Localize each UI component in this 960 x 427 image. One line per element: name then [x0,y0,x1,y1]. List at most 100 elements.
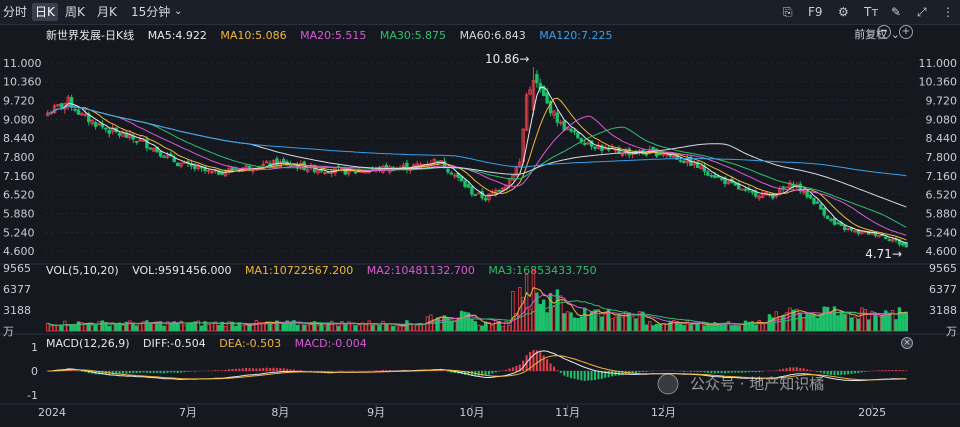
volume-bar [405,320,409,332]
volume-bar [494,320,498,332]
f9-button[interactable]: F9 [808,3,823,21]
volume-bar [658,323,662,332]
volume-bar [689,323,693,332]
chevron-down-icon[interactable]: ⌄ [171,3,185,21]
volume-bar [648,321,652,332]
volume-bar [100,320,105,332]
vol-tick-right: 万 [946,325,957,338]
volume-bar [507,324,512,332]
price-tick-right: 10.360 [919,76,958,89]
tab-daily-k[interactable]: 日K [32,3,58,21]
draw-icon[interactable]: ✎ [891,3,901,21]
tab-intraday[interactable]: 分时 [0,3,30,21]
price-tick-right: 11.000 [919,57,958,70]
price-tick-left: 7.800 [3,151,35,164]
volume-bar [617,315,621,332]
volume-bar [801,317,806,332]
settings-icon[interactable]: ⚙ [838,3,849,21]
macd-tick: 1 [31,341,38,354]
candle-body [107,129,111,134]
volume-bar [843,313,847,332]
volume-bar [709,325,714,332]
volume-bar [189,322,194,332]
volume-bar [774,311,779,332]
candle-body [901,242,905,246]
volume-bar [295,324,300,332]
volume-bar [374,324,378,332]
text-size-icon[interactable]: Tт [864,3,878,21]
watermark: 公众号 · 地产知识橘 [690,375,824,393]
volume-bar [206,323,211,332]
volume-bar [812,314,816,332]
volume-bar [90,325,94,332]
candle-body [606,148,611,151]
volume-bar [654,323,659,332]
candle-body [819,204,823,210]
volume-bar [76,321,81,332]
candle-body [545,92,549,104]
volume-bar [282,322,286,332]
candle-body [93,122,98,127]
volume-bar [148,322,153,332]
volume-bar [138,323,142,332]
volume-bar [323,325,327,332]
volume-bar [240,325,245,332]
candle-body [463,180,467,187]
kline-chart[interactable]: 11.000 11.000 10.360 10.360 9.720 9.720 9.080 9… [0,24,960,427]
volume-bar [370,324,375,332]
candle-body [275,158,279,167]
volume-bar [825,306,830,332]
volume-bar [524,273,529,332]
price-tick-right: 5.240 [926,226,958,239]
ma30-line [47,105,907,228]
price-tick-left: 4.600 [3,245,35,258]
volume-bar [853,316,857,332]
ma20-line [47,105,907,236]
tab-15min[interactable]: 15分钟 [128,3,173,21]
candle-body [175,162,180,167]
vol-tick-left: 6377 [3,283,31,296]
volume-bar [600,316,604,332]
volume-bar [271,322,276,332]
volume-bar [730,325,734,332]
volume-bar [702,325,707,332]
volume-bar [131,323,135,332]
candle-body [234,168,238,171]
candle-body [843,225,847,230]
candle-body [73,108,77,111]
volume-bar [586,315,590,332]
fullscreen-icon[interactable]: ⤢ [917,3,927,21]
volume-bar [477,324,481,332]
volume-bar [247,325,252,332]
tab-monthly-k[interactable]: 月K [94,3,120,21]
volume-bar [244,324,248,332]
volume-bar [199,325,204,332]
volume-bar [93,324,98,332]
volume-bar [849,317,854,332]
volume-bar [856,318,861,332]
candle-body [449,172,454,175]
volume-bar [302,324,306,332]
export-icon[interactable]: ⎘ [783,3,793,21]
volume-bar [613,316,618,332]
more-icon[interactable]: ⋮ [942,3,954,21]
volume-bar [46,322,50,332]
volume-bar [418,324,423,332]
candle-body [466,184,471,188]
candle-body [832,217,837,225]
volume-bar [562,313,566,332]
volume-bar [111,323,115,332]
volume-bar [500,325,505,332]
vol-tick-left: 万 [3,325,14,338]
candle-body [148,147,153,150]
candle-body [134,140,139,143]
toolbar: 分时 日K 周K 月K 15分钟 ⌄ ⎘ F9 ⚙ Tт ✎ ⤢ ⋮ [0,0,960,25]
volume-bar [398,325,402,332]
price-tick-right: 7.800 [926,151,958,164]
volume-bar [678,323,683,332]
candle-body [497,190,501,192]
volume-bar [449,320,454,332]
tab-weekly-k[interactable]: 周K [62,3,88,21]
volume-bar [682,325,686,332]
candle-body [836,222,840,225]
